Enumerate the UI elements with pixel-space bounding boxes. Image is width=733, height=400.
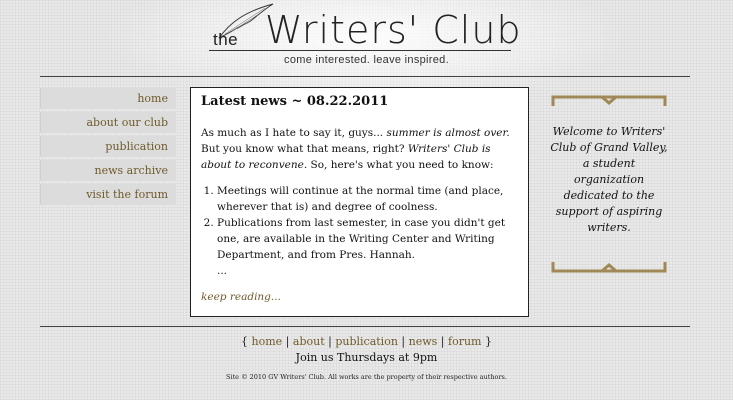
- footer-separator: |: [328, 335, 332, 348]
- footer-separator: |: [285, 335, 290, 348]
- list-ellipsis: ...: [217, 265, 228, 277]
- intro-text-2: But you know what that means, right?: [201, 143, 408, 155]
- list-item: Publications from last semester, in case…: [217, 215, 518, 279]
- news-list: Meetings will continue at the normal tim…: [201, 183, 518, 279]
- footer-divider: [40, 326, 690, 327]
- meeting-time: Join us Thursdays at 9pm: [295, 351, 438, 364]
- nav-item-news-archive[interactable]: news archive: [40, 160, 176, 181]
- footer-brace-open: {: [241, 335, 249, 348]
- footer-brace-close: }: [484, 335, 492, 348]
- footer-separator: |: [401, 335, 406, 348]
- footer-nav: { home | about | publication | news | fo…: [0, 335, 733, 348]
- header-divider: [40, 76, 690, 77]
- list-item-text: Publications from last semester, in case…: [217, 217, 506, 261]
- logo-title: Writers' Club: [265, 8, 522, 52]
- nav-item-home[interactable]: home: [40, 88, 176, 109]
- footer-link-publication[interactable]: publication: [335, 335, 398, 348]
- intro-emphasis-1: summer is almost over.: [386, 127, 510, 139]
- logo-the: the: [213, 30, 239, 49]
- footer-link-news[interactable]: news: [409, 335, 438, 348]
- nav-item-about[interactable]: about our club: [40, 112, 176, 133]
- news-intro: As much as I hate to say it, guys... sum…: [201, 125, 518, 173]
- welcome-box: Welcome to Writers' Club of Grand Valley…: [550, 94, 668, 274]
- footer-link-home[interactable]: home: [252, 335, 283, 348]
- footer-separator: |: [440, 335, 445, 348]
- keep-reading-link[interactable]: keep reading...: [201, 291, 281, 303]
- welcome-text: Welcome to Writers' Club of Grand Valley…: [550, 125, 668, 234]
- news-title: Latest news ~ 08.22.2011: [201, 94, 389, 109]
- tagline: come interested. leave inspired.: [284, 54, 449, 66]
- footer-link-forum[interactable]: forum: [448, 335, 481, 348]
- nav-item-forum[interactable]: visit the forum: [40, 184, 176, 205]
- sidebar-nav: home about our club publication news arc…: [40, 88, 176, 208]
- copyright: Site © 2010 GV Writers' Club. All works …: [226, 373, 507, 381]
- footer-link-about[interactable]: about: [293, 335, 325, 348]
- logo-rule: [209, 50, 511, 51]
- latest-news-panel: Latest news ~ 08.22.2011 As much as I ha…: [190, 87, 529, 317]
- intro-text-1: As much as I hate to say it, guys...: [201, 127, 387, 139]
- nav-item-publication[interactable]: publication: [40, 136, 176, 157]
- list-item: Meetings will continue at the normal tim…: [217, 183, 518, 215]
- intro-text-3: So, here's what you need to know:: [307, 159, 494, 171]
